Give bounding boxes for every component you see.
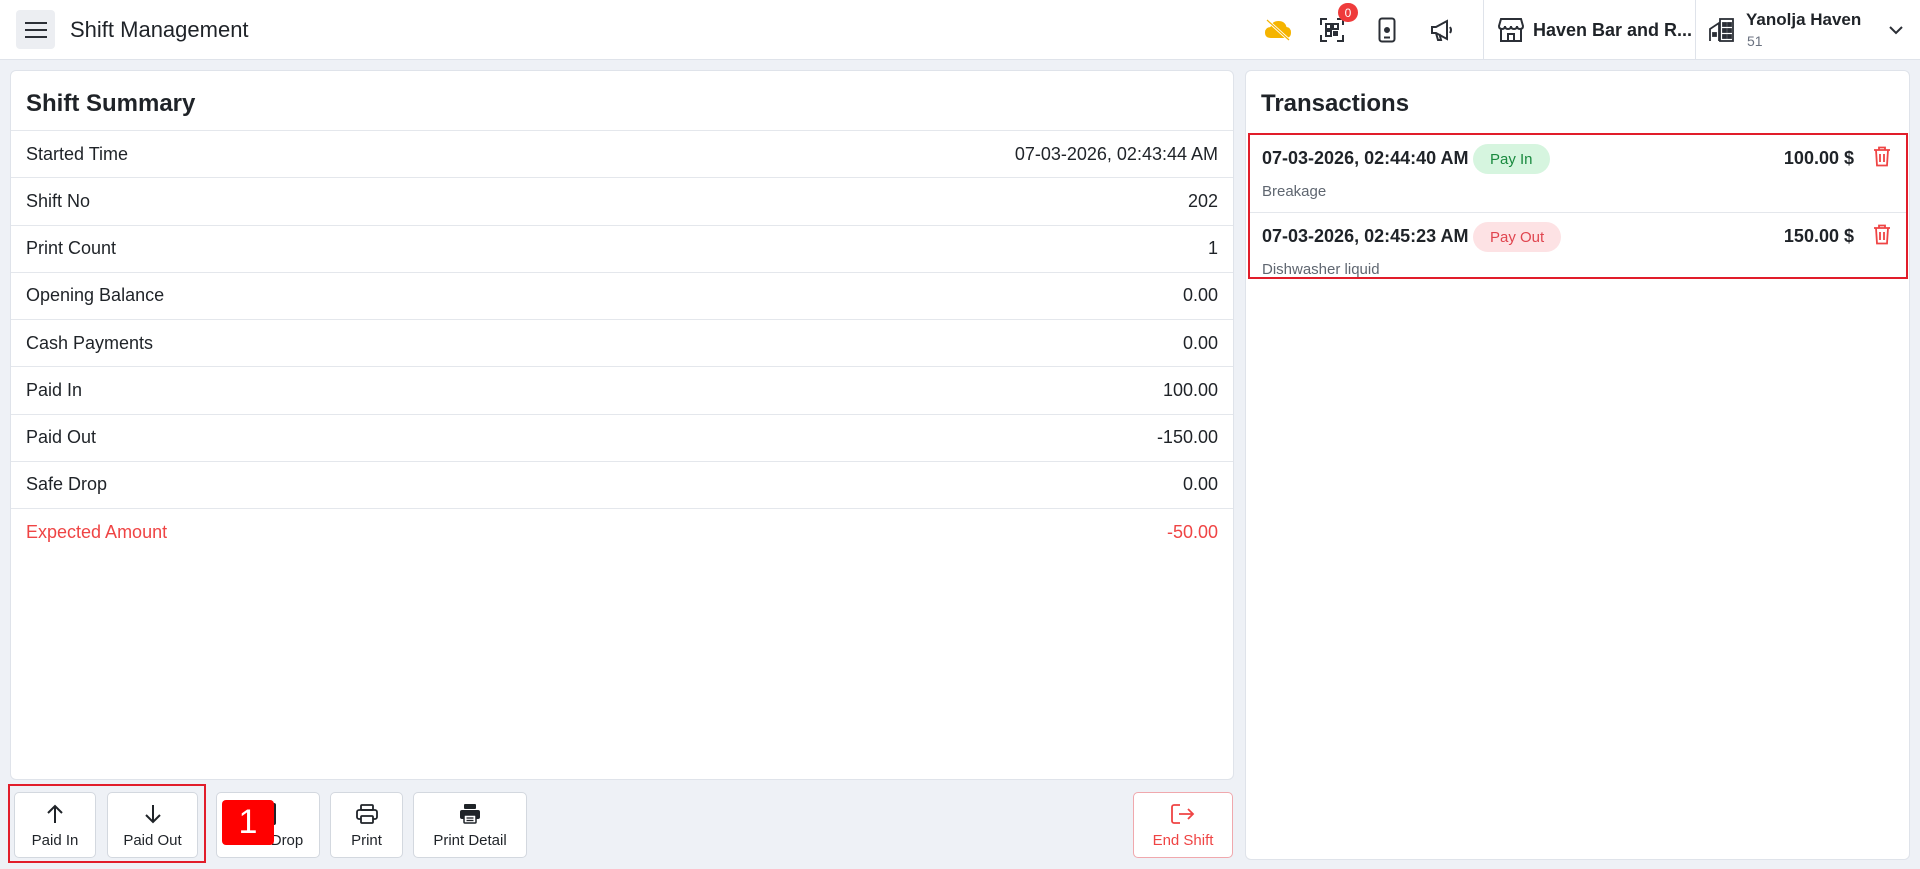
print-detail-label: Print Detail xyxy=(433,831,507,849)
end-shift-button[interactable]: End Shift xyxy=(1133,792,1233,858)
summary-label: Cash Payments xyxy=(26,332,154,353)
user-name[interactable]: Yanolja Haven xyxy=(1746,10,1861,30)
header-divider xyxy=(1483,0,1484,60)
announcements-button[interactable] xyxy=(1426,14,1458,46)
transaction-description: Dishwasher liquid xyxy=(1262,261,1380,278)
megaphone-icon xyxy=(1431,19,1452,41)
summary-value: 202 xyxy=(1187,190,1218,211)
summary-label: Opening Balance xyxy=(26,285,165,306)
top-header: Shift Management 0 Haven Bar and R... Ya… xyxy=(0,0,1920,60)
transaction-item[interactable]: 07-03-2026, 02:44:40 AM Pay In 100.00 $ … xyxy=(1250,135,1906,213)
summary-value: -150.00 xyxy=(1156,427,1218,448)
header-divider xyxy=(1695,0,1696,60)
summary-row-print-count: Print Count 1 xyxy=(11,224,1233,272)
summary-value: -50.00 xyxy=(1166,521,1218,542)
summary-row-paid-out: Paid Out -150.00 xyxy=(11,413,1233,461)
transactions-highlight: 07-03-2026, 02:44:40 AM Pay In 100.00 $ … xyxy=(1248,133,1908,279)
summary-value: 07-03-2026, 02:43:44 AM xyxy=(1014,143,1218,164)
summary-label: Shift No xyxy=(26,190,91,211)
summary-label: Paid Out xyxy=(26,427,97,448)
summary-label: Expected Amount xyxy=(26,521,168,542)
printer-detail-icon xyxy=(460,803,480,824)
summary-label: Started Time xyxy=(26,143,129,164)
transaction-item[interactable]: 07-03-2026, 02:45:23 AM Pay Out 150.00 $… xyxy=(1250,212,1906,290)
shift-summary-panel: Shift Summary Started Time 07-03-2026, 02… xyxy=(10,70,1234,780)
summary-list: Started Time 07-03-2026, 02:43:44 AM Shif… xyxy=(11,130,1233,555)
end-shift-label: End Shift xyxy=(1152,831,1214,849)
cloud-off-button[interactable] xyxy=(1262,14,1294,46)
summary-value: 0.00 xyxy=(1182,332,1218,353)
menu-icon xyxy=(24,21,47,38)
summary-row-safe-drop: Safe Drop 0.00 xyxy=(11,460,1233,508)
transaction-time: 07-03-2026, 02:45:23 AM xyxy=(1262,226,1469,246)
print-button[interactable]: Print xyxy=(330,792,403,858)
mobile-device-icon xyxy=(1378,17,1396,43)
summary-label: Paid In xyxy=(26,379,83,400)
print-detail-button[interactable]: Print Detail xyxy=(413,792,527,858)
store-selector[interactable]: Haven Bar and R... xyxy=(1533,20,1692,41)
paid-buttons-highlight xyxy=(8,784,206,863)
logout-icon xyxy=(1171,803,1195,824)
summary-row-started-time: Started Time 07-03-2026, 02:43:44 AM xyxy=(11,130,1233,177)
cloud-off-icon xyxy=(1265,19,1291,41)
delete-transaction-button[interactable] xyxy=(1870,144,1894,168)
store-icon xyxy=(1495,14,1527,46)
shift-summary-title: Shift Summary xyxy=(26,90,196,117)
hamburger-menu-button[interactable] xyxy=(16,10,55,49)
pay-in-badge: Pay In xyxy=(1473,144,1550,174)
building-icon xyxy=(1706,14,1738,46)
qr-scan-icon xyxy=(1320,18,1344,42)
summary-value: 1 xyxy=(1207,238,1218,259)
print-label: Print xyxy=(351,831,382,849)
account-dropdown-button[interactable] xyxy=(1880,14,1912,46)
transaction-description: Breakage xyxy=(1262,183,1327,200)
printer-icon xyxy=(355,803,378,824)
summary-value: 0.00 xyxy=(1182,285,1218,306)
summary-row-opening-balance: Opening Balance 0.00 xyxy=(11,271,1233,319)
summary-value: 100.00 xyxy=(1162,379,1218,400)
device-button[interactable] xyxy=(1371,14,1403,46)
summary-label: Safe Drop xyxy=(26,474,108,495)
summary-row-shift-no: Shift No 202 xyxy=(11,177,1233,224)
chevron-down-icon xyxy=(1889,26,1903,35)
transaction-amount: 100.00 $ xyxy=(1783,148,1854,168)
delete-transaction-button[interactable] xyxy=(1870,222,1894,246)
summary-value: 0.00 xyxy=(1182,474,1218,495)
summary-label: Print Count xyxy=(26,238,117,259)
pay-out-badge: Pay Out xyxy=(1473,222,1562,252)
step-marker: 1 xyxy=(222,800,274,845)
trash-icon xyxy=(1874,146,1890,166)
transactions-title: Transactions xyxy=(1261,90,1410,117)
trash-icon xyxy=(1874,224,1890,244)
summary-row-paid-in: Paid In 100.00 xyxy=(11,366,1233,413)
summary-row-cash-payments: Cash Payments 0.00 xyxy=(11,319,1233,366)
notification-badge: 0 xyxy=(1338,3,1358,22)
user-subtitle: 51 xyxy=(1747,33,1763,49)
transaction-time: 07-03-2026, 02:44:40 AM xyxy=(1262,148,1469,168)
transactions-panel: Transactions 07-03-2026, 02:44:40 AM Pay… xyxy=(1245,70,1910,860)
summary-row-expected-amount: Expected Amount -50.00 xyxy=(11,508,1233,555)
transaction-amount: 150.00 $ xyxy=(1783,226,1854,246)
page-title: Shift Management xyxy=(70,17,249,42)
